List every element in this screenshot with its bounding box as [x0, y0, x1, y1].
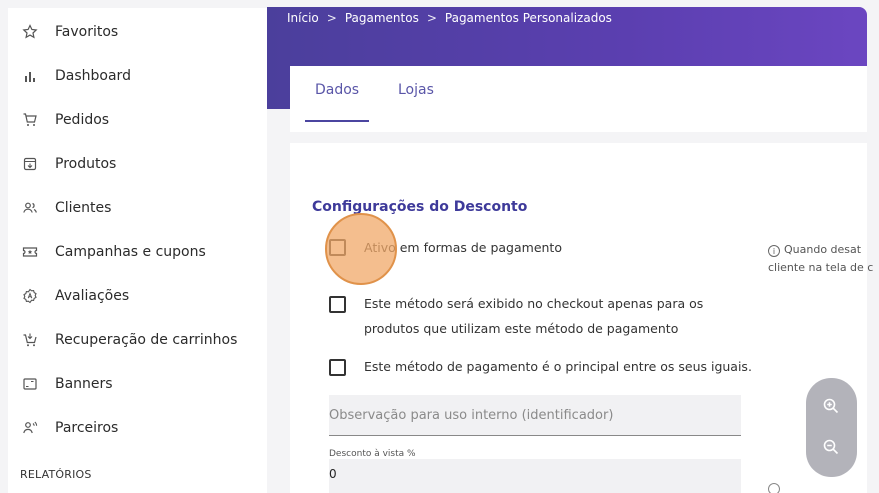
sidebar-item-label: Banners — [55, 376, 113, 392]
tab-dados[interactable]: Dados — [315, 82, 359, 98]
products-only-label-line1: Este método será exibido no checkout ape… — [364, 296, 704, 311]
breadcrumb: Início > Pagamentos > Pagamentos Personaliza… — [287, 11, 612, 25]
breadcrumb-item-pagamentos[interactable]: Pagamentos — [345, 11, 419, 25]
breadcrumb-item-current: Pagamentos Personalizados — [444, 11, 612, 25]
discount-input[interactable] — [329, 459, 741, 493]
sidebar-item-label: Favoritos — [55, 24, 119, 40]
star-icon — [21, 23, 39, 41]
sidebar: Favoritos Dashboard Pedidos Produtos Cli… — [8, 8, 267, 493]
zoom-controls — [806, 378, 857, 477]
bar-chart-icon — [21, 67, 39, 85]
sidebar-item-recuperacao[interactable]: Recuperação de carrinhos — [8, 318, 267, 362]
zoom-out-icon — [823, 439, 839, 455]
hint-line2: cliente na tela de c — [768, 260, 874, 274]
sidebar-item-label: Pedidos — [55, 112, 110, 128]
partner-icon — [21, 419, 39, 437]
sidebar-item-label: Dashboard — [55, 68, 131, 84]
info-icon — [768, 483, 780, 493]
observation-input[interactable] — [329, 395, 741, 435]
principal-method-checkbox[interactable] — [329, 359, 346, 376]
hint-text: i Quando desat cliente na tela de c — [768, 241, 873, 276]
review-badge-icon — [21, 287, 39, 305]
hint-line1: Quando desat — [784, 243, 862, 256]
zoom-out-button[interactable] — [819, 435, 843, 459]
discount-value: 0 — [329, 467, 337, 481]
sidebar-item-clientes[interactable]: Clientes — [8, 186, 267, 230]
tab-lojas[interactable]: Lojas — [398, 82, 434, 98]
sidebar-item-avaliacoes[interactable]: Avaliações — [8, 274, 267, 318]
zoom-in-icon — [823, 398, 839, 414]
zoom-in-button[interactable] — [819, 394, 843, 418]
sidebar-item-label: Campanhas e cupons — [55, 244, 206, 260]
tabs-card: Dados Lojas — [290, 66, 867, 132]
observation-field — [329, 395, 741, 436]
sidebar-section-label: RELATÓRIOS — [20, 468, 92, 481]
sidebar-item-dashboard[interactable]: Dashboard — [8, 54, 267, 98]
cart-recovery-icon — [21, 331, 39, 349]
products-only-label-line2: produtos que utilizam este método de pag… — [364, 321, 679, 336]
section-title: Configurações do Desconto — [312, 199, 528, 215]
discount-field: Desconto à vista % 0 — [329, 445, 741, 493]
sidebar-item-label: Clientes — [55, 200, 112, 216]
sidebar-item-campanhas[interactable]: Campanhas e cupons — [8, 230, 267, 274]
products-only-checkbox[interactable] — [329, 296, 346, 313]
info-icon: i — [768, 245, 780, 257]
breadcrumb-item-inicio[interactable]: Início — [287, 11, 319, 25]
banner-icon — [21, 375, 39, 393]
breadcrumb-separator: > — [426, 11, 437, 25]
users-icon — [21, 199, 39, 217]
sidebar-item-label: Parceiros — [55, 420, 119, 436]
sidebar-item-parceiros[interactable]: Parceiros — [8, 406, 267, 450]
sidebar-item-label: Avaliações — [55, 288, 130, 304]
principal-method-label: Este método de pagamento é o principal e… — [364, 359, 752, 374]
active-payment-label: Ativo em formas de pagamento — [364, 240, 562, 255]
content-card: Configurações do Desconto Ativo em forma… — [290, 143, 873, 493]
coupon-icon — [21, 243, 39, 261]
sidebar-item-label: Recuperação de carrinhos — [55, 332, 238, 348]
sidebar-item-favoritos[interactable]: Favoritos — [8, 10, 267, 54]
product-box-icon — [21, 155, 39, 173]
cart-icon — [21, 111, 39, 129]
sidebar-item-produtos[interactable]: Produtos — [8, 142, 267, 186]
sidebar-item-banners[interactable]: Banners — [8, 362, 267, 406]
discount-label: Desconto à vista % — [329, 449, 416, 459]
sidebar-item-label: Produtos — [55, 156, 117, 172]
breadcrumb-separator: > — [326, 11, 337, 25]
sidebar-item-pedidos[interactable]: Pedidos — [8, 98, 267, 142]
active-payment-checkbox[interactable] — [329, 239, 346, 256]
active-tab-indicator — [305, 120, 369, 122]
